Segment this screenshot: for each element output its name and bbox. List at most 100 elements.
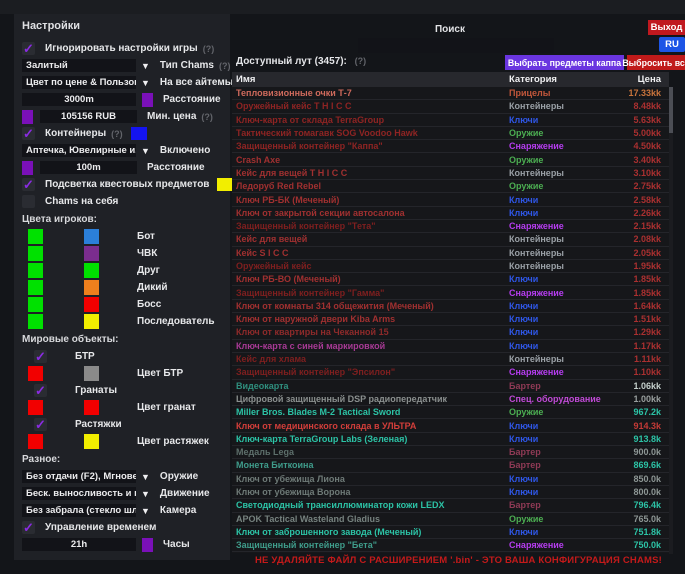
chevron-down-icon[interactable]: ▼ bbox=[141, 146, 150, 156]
table-row[interactable]: Ключ от заброшенного завода (Меченый) Кл… bbox=[232, 526, 669, 539]
min-price-input[interactable]: 105156 RUB bbox=[40, 110, 137, 123]
table-row[interactable]: Ключ-карта Ключи 750.0k bbox=[232, 552, 669, 553]
table-row[interactable]: Miller Bros. Blades M-2 Tactical Sword О… bbox=[232, 406, 669, 419]
player-color-swatch-primary[interactable] bbox=[28, 246, 43, 261]
tripwires-color-swatch-primary[interactable] bbox=[28, 434, 43, 449]
player-color-swatch-secondary[interactable] bbox=[84, 297, 99, 312]
scrollbar-thumb[interactable] bbox=[669, 87, 673, 133]
table-row[interactable]: Кейс для хлама Контейнеры 1.11kk bbox=[232, 353, 669, 366]
table-row[interactable]: Кейс для вещей Т Н I С С Контейнеры 3.10… bbox=[232, 167, 669, 180]
distance-color-swatch[interactable] bbox=[142, 93, 153, 107]
table-row[interactable]: Защищенный контейнер "Тета" Снаряжение 2… bbox=[232, 220, 669, 233]
table-row[interactable]: Тактический томагавк SOG Voodoo Hawk Ору… bbox=[232, 127, 669, 140]
min-price-color-swatch[interactable] bbox=[22, 110, 33, 124]
btr-checkbox[interactable]: ✓ bbox=[34, 350, 47, 363]
player-color-swatch-primary[interactable] bbox=[28, 297, 43, 312]
column-header-name[interactable]: Имя bbox=[232, 74, 509, 85]
table-row[interactable]: Тепловизионные очки Т-7 Прицелы 17.33kk bbox=[232, 87, 669, 100]
camera-label: Камера bbox=[160, 505, 196, 516]
table-row[interactable]: Светодиодный трансиллюминатор кожи LEDX … bbox=[232, 499, 669, 512]
item-name: Crash Axe bbox=[232, 155, 509, 165]
containers-distance-color-swatch[interactable] bbox=[22, 161, 33, 175]
column-header-price[interactable]: Цена bbox=[605, 74, 669, 85]
btr-color-swatch-secondary[interactable] bbox=[84, 366, 99, 381]
table-row[interactable]: Защищенный контейнер "Бета" Снаряжение 7… bbox=[232, 539, 669, 552]
table-row[interactable]: Защищенный контейнер "Эпсилон" Снаряжени… bbox=[232, 366, 669, 379]
containers-checkbox[interactable]: ✓ bbox=[22, 127, 35, 140]
grenades-color-swatch-secondary[interactable] bbox=[84, 400, 99, 415]
hours-input[interactable]: 21h bbox=[22, 538, 136, 551]
containers-distance-input[interactable]: 100m bbox=[40, 161, 137, 174]
item-category: Снаряжение bbox=[509, 141, 605, 151]
table-row[interactable]: Видеокарта Бартер 1.06kk bbox=[232, 380, 669, 393]
table-row[interactable]: Ледоруб Red Rebel Оружие 2.75kk bbox=[232, 180, 669, 193]
table-row[interactable]: APOK Tactical Wasteland Gladius Оружие 7… bbox=[232, 513, 669, 526]
table-row[interactable]: Ключ РБ-БК (Меченый) Ключи 2.58kk bbox=[232, 193, 669, 206]
column-header-category[interactable]: Категория bbox=[509, 74, 605, 85]
player-color-swatch-secondary[interactable] bbox=[84, 229, 99, 244]
time-control-row: ✓ Управление временем bbox=[18, 519, 226, 536]
hours-label: Часы bbox=[163, 539, 190, 550]
ignore-game-settings-checkbox[interactable]: ✓ bbox=[22, 42, 35, 55]
table-row[interactable]: Оружейный кейс Контейнеры 1.95kk bbox=[232, 260, 669, 273]
table-row[interactable]: Оружейный кейс Т Н I С С Контейнеры 8.48… bbox=[232, 100, 669, 113]
player-color-swatch-secondary[interactable] bbox=[84, 263, 99, 278]
hours-color-swatch[interactable] bbox=[142, 538, 153, 552]
table-row[interactable]: Ключ от медицинского склада в УЛЬТРА Клю… bbox=[232, 419, 669, 432]
table-row[interactable]: Ключ-карта TerraGroup Labs (Зеленая) Клю… bbox=[232, 433, 669, 446]
chevron-down-icon[interactable]: ▼ bbox=[141, 61, 150, 71]
chams-self-checkbox[interactable] bbox=[22, 195, 35, 208]
table-row[interactable]: Ключ от убежища Ворона Ключи 800.0k bbox=[232, 486, 669, 499]
player-color-swatch-secondary[interactable] bbox=[84, 314, 99, 329]
drop-all-button[interactable]: Выбросить все bbox=[627, 55, 685, 70]
table-row[interactable]: Защищенный контейнер "Каппа" Снаряжение … bbox=[232, 140, 669, 153]
grenades-checkbox[interactable]: ✓ bbox=[34, 384, 47, 397]
table-row[interactable]: Ключ от наружной двери Kiba Arms Ключи 1… bbox=[232, 313, 669, 326]
grenades-color-swatch-primary[interactable] bbox=[28, 400, 43, 415]
chevron-down-icon[interactable]: ▼ bbox=[141, 472, 150, 482]
player-color-swatch-primary[interactable] bbox=[28, 263, 43, 278]
tripwires-checkbox[interactable]: ✓ bbox=[34, 418, 47, 431]
exit-button[interactable]: Выход bbox=[648, 20, 685, 35]
scrollbar-track[interactable] bbox=[669, 87, 673, 554]
player-color-swatch-secondary[interactable] bbox=[84, 246, 99, 261]
table-row[interactable]: Цифровой защищенный DSP радиопередатчик … bbox=[232, 393, 669, 406]
item-price: 1.17kk bbox=[605, 341, 669, 351]
search-input[interactable] bbox=[358, 38, 554, 53]
containers-filter-dropdown[interactable]: Аптечка, Ювелирные и... bbox=[22, 144, 136, 157]
btr-color-swatch-primary[interactable] bbox=[28, 366, 43, 381]
table-row[interactable]: Монета Биткоина Бартер 869.6k bbox=[232, 459, 669, 472]
camera-dropdown[interactable]: Без забрала (стекло шлема) bbox=[22, 504, 136, 517]
table-row[interactable]: Crash Axe Оружие 3.40kk bbox=[232, 153, 669, 166]
table-row[interactable]: Ключ от комнаты 314 общежития (Меченый) … bbox=[232, 300, 669, 313]
table-row[interactable]: Ключ от убежища Лиона Ключи 850.0k bbox=[232, 473, 669, 486]
all-items-dropdown[interactable]: Цвет по цене & Пользователь bbox=[22, 76, 136, 89]
language-button[interactable]: RU bbox=[659, 37, 685, 52]
chams-type-dropdown[interactable]: Залитый bbox=[22, 59, 136, 72]
time-control-checkbox[interactable]: ✓ bbox=[22, 521, 35, 534]
movement-dropdown[interactable]: Беск. выносливость и нет уста bbox=[22, 487, 136, 500]
chevron-down-icon[interactable]: ▼ bbox=[141, 78, 150, 88]
table-row[interactable]: Кейс для вещей Контейнеры 2.08kk bbox=[232, 233, 669, 246]
table-row[interactable]: Ключ РБ-ВО (Меченый) Ключи 1.85kk bbox=[232, 273, 669, 286]
quest-items-checkbox[interactable]: ✓ bbox=[22, 178, 35, 191]
distance-input[interactable]: 3000m bbox=[22, 93, 136, 106]
weapon-dropdown[interactable]: Без отдачи (F2), Мгновенное п bbox=[22, 470, 136, 483]
table-row[interactable]: Ключ от квартиры на Чеканной 15 Ключи 1.… bbox=[232, 326, 669, 339]
table-row[interactable]: Защищенный контейнер "Гамма" Снаряжение … bbox=[232, 286, 669, 299]
chevron-down-icon[interactable]: ▼ bbox=[141, 506, 150, 516]
player-color-swatch-primary[interactable] bbox=[28, 229, 43, 244]
containers-color-swatch[interactable] bbox=[131, 127, 147, 140]
chevron-down-icon[interactable]: ▼ bbox=[141, 489, 150, 499]
table-row[interactable]: Ключ-карта с синей маркировкой Ключи 1.1… bbox=[232, 340, 669, 353]
tripwires-color-swatch-secondary[interactable] bbox=[84, 434, 99, 449]
table-row[interactable]: Медаль Lega Бартер 900.0k bbox=[232, 446, 669, 459]
player-color-swatch-primary[interactable] bbox=[28, 280, 43, 295]
table-row[interactable]: Ключ-карта от склада TerraGroup Ключи 5.… bbox=[232, 114, 669, 127]
item-name: Защищенный контейнер "Тета" bbox=[232, 221, 509, 231]
select-kappa-items-button[interactable]: Выбрать предметы каппа bbox=[505, 55, 624, 70]
table-row[interactable]: Кейс S I C C Контейнеры 2.05kk bbox=[232, 247, 669, 260]
player-color-swatch-primary[interactable] bbox=[28, 314, 43, 329]
table-row[interactable]: Ключ от закрытой секции автосалона Ключи… bbox=[232, 207, 669, 220]
player-color-swatch-secondary[interactable] bbox=[84, 280, 99, 295]
